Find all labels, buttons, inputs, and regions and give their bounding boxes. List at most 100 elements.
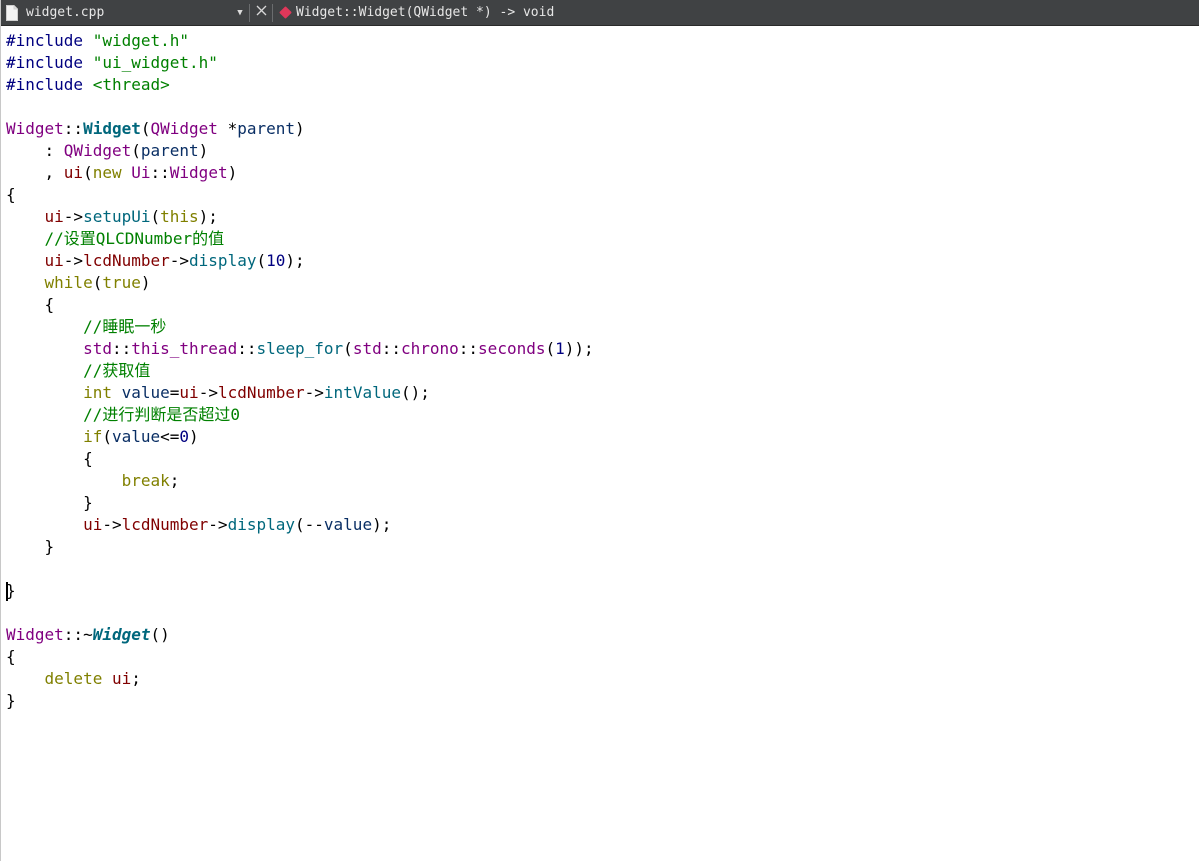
code-token: value — [121, 383, 170, 402]
code-token: , — [6, 163, 64, 182]
code-line[interactable]: } — [6, 580, 1199, 602]
code-text-area[interactable]: #include "widget.h" #include "ui_widget.h… — [1, 26, 1199, 861]
code-token: ui — [83, 515, 103, 534]
code-token: ); — [285, 251, 305, 270]
code-token: //获取值 — [83, 361, 151, 380]
code-line[interactable]: { — [6, 294, 1199, 316]
toolbar-divider — [249, 3, 250, 22]
code-line[interactable]: Widget::~Widget() — [6, 624, 1199, 646]
code-token: value — [111, 427, 161, 446]
code-token: ); — [198, 207, 218, 226]
code-token: //睡眠一秒 — [83, 317, 167, 336]
code-token: display — [189, 251, 257, 270]
code-token: -> — [304, 383, 324, 402]
code-line[interactable]: //进行判断是否超过0 — [6, 404, 1199, 426]
code-token: { — [6, 449, 93, 468]
code-token: -> — [63, 207, 84, 226]
code-token: ::~ — [63, 625, 93, 644]
code-line[interactable]: break; — [6, 470, 1199, 492]
code-token: ui — [44, 251, 64, 270]
code-line[interactable]: , ui(new Ui::Widget) — [6, 162, 1199, 184]
code-token: std — [352, 339, 382, 358]
code-token: { — [6, 295, 55, 314]
code-line[interactable]: } — [6, 492, 1199, 514]
code-token: chrono — [400, 339, 459, 358]
code-token: :: — [458, 339, 479, 358]
code-token: ) — [140, 273, 151, 292]
code-line[interactable]: ui->setupUi(this); — [6, 206, 1199, 228]
code-line[interactable]: ui->lcdNumber->display(10); — [6, 250, 1199, 272]
code-line[interactable]: { — [6, 184, 1199, 206]
code-token: true — [102, 273, 141, 292]
code-line[interactable] — [6, 558, 1199, 580]
code-token: <= — [160, 427, 180, 446]
code-line[interactable]: #include "widget.h" — [6, 30, 1199, 52]
file-selector[interactable]: widget.cpp ▼ — [1, 0, 247, 25]
code-token: ; — [169, 471, 180, 490]
code-token: ui — [44, 207, 64, 226]
code-token: #include — [6, 31, 93, 50]
code-token: ( — [256, 251, 267, 270]
code-line[interactable]: if(value<=0) — [6, 426, 1199, 448]
code-line[interactable]: #include "ui_widget.h" — [6, 52, 1199, 74]
code-token: seconds — [478, 339, 546, 358]
code-line[interactable] — [6, 96, 1199, 118]
code-token: if — [83, 427, 103, 446]
code-token: #include — [6, 75, 93, 94]
code-line[interactable]: std::this_thread::sleep_for(std::chrono:… — [6, 338, 1199, 360]
code-token: ); — [372, 515, 392, 534]
code-token: while — [44, 273, 93, 292]
code-token: std — [83, 339, 112, 358]
code-line[interactable]: #include <thread> — [6, 74, 1199, 96]
code-token: } — [6, 537, 55, 556]
chevron-down-icon[interactable]: ▼ — [235, 8, 245, 18]
code-line[interactable]: { — [6, 448, 1199, 470]
code-token: delete — [44, 669, 103, 688]
code-token: ui — [63, 163, 84, 182]
code-line[interactable]: //睡眠一秒 — [6, 316, 1199, 338]
code-line[interactable]: : QWidget(parent) — [6, 140, 1199, 162]
code-token: -> — [208, 515, 228, 534]
code-token: ( — [140, 119, 151, 138]
code-editor-window: widget.cpp ▼ Widget::Widget(QWidget *) -… — [0, 0, 1199, 861]
code-token: lcdNumber — [121, 515, 209, 534]
code-line[interactable]: //设置QLCDNumber的值 — [6, 228, 1199, 250]
code-token: (-- — [295, 515, 324, 534]
code-token: -> — [198, 383, 218, 402]
code-token: setupUi — [83, 207, 151, 226]
code-token: ( — [102, 427, 112, 446]
code-token: 0 — [179, 427, 190, 446]
symbol-selector[interactable]: Widget::Widget(QWidget *) -> void — [275, 0, 554, 25]
code-token: ( — [545, 339, 556, 358]
code-line[interactable]: } — [6, 690, 1199, 712]
code-token: <thread> — [92, 75, 170, 94]
code-line[interactable]: } — [6, 536, 1199, 558]
code-line[interactable]: while(true) — [6, 272, 1199, 294]
code-token: Widget — [169, 163, 228, 182]
code-line[interactable] — [6, 602, 1199, 624]
code-token: :: — [237, 339, 257, 358]
close-document-button[interactable] — [254, 5, 268, 20]
code-token: Widget — [6, 625, 64, 644]
code-token: //进行判断是否超过0 — [83, 405, 240, 424]
code-token: * — [217, 119, 238, 138]
code-token: { — [6, 185, 16, 204]
code-token: ( — [150, 207, 161, 226]
code-token: lcdNumber — [83, 251, 170, 270]
code-token: ) — [295, 119, 305, 138]
code-line[interactable]: delete ui; — [6, 668, 1199, 690]
code-line[interactable]: ui->lcdNumber->display(--value); — [6, 514, 1199, 536]
code-token: :: — [111, 339, 132, 358]
file-icon — [6, 4, 18, 21]
code-line[interactable]: { — [6, 646, 1199, 668]
code-line[interactable]: int value=ui->lcdNumber->intValue(); — [6, 382, 1199, 404]
code-line[interactable]: //获取值 — [6, 360, 1199, 382]
code-line[interactable]: Widget::Widget(QWidget *parent) — [6, 118, 1199, 140]
